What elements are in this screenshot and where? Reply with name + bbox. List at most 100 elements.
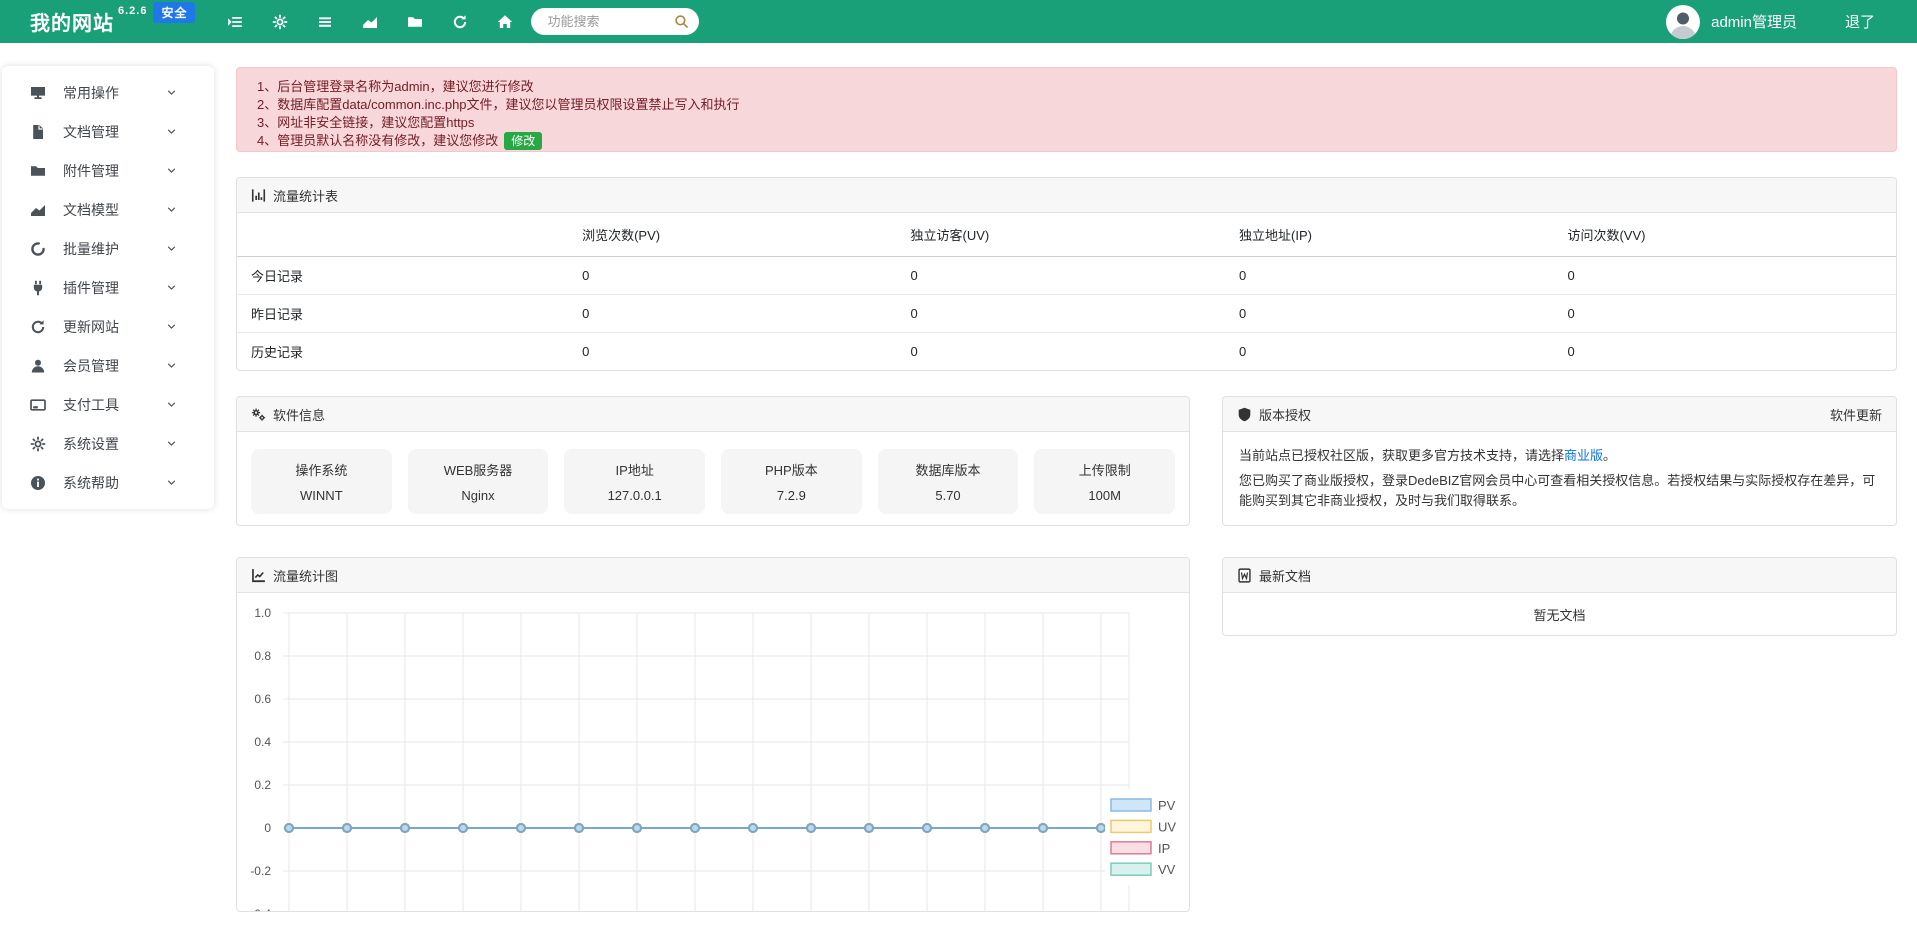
sidebar-item-icon: [30, 319, 46, 335]
svg-text:0.8: 0.8: [254, 649, 271, 663]
software-info-card: 软件信息 操作系统 WINNT WEB服务器 Nginx IP地址: [236, 396, 1190, 526]
tile-label: WEB服务器: [408, 460, 549, 479]
stream-menu-button[interactable]: [227, 14, 243, 30]
license-body: 当前站点已授权社区版，获取更多官方技术支持，请选择商业版。 您已购买了商业版授权…: [1223, 432, 1896, 525]
software-info-header: 软件信息: [237, 397, 1189, 432]
ip-value: 0: [1239, 257, 1567, 295]
files-button[interactable]: [407, 14, 423, 30]
search-input[interactable]: [545, 13, 674, 30]
uv-value: 0: [911, 333, 1239, 371]
tile-value: 100M: [1034, 488, 1175, 503]
security-alert: 1、后台管理登录名称为admin，建议您进行修改 2、数据库配置data/com…: [236, 67, 1897, 152]
sidebar-item[interactable]: 文档管理: [2, 112, 214, 151]
chevron-down-icon: [166, 321, 177, 332]
sidebar-item-label: 附件管理: [63, 161, 119, 181]
user-name[interactable]: admin管理员: [1711, 11, 1797, 32]
legend-label-uv: UV: [1158, 819, 1176, 834]
navbar-right: admin管理员 退了: [1666, 5, 1917, 39]
sidebar-item-label: 系统设置: [63, 434, 119, 454]
tile-value: WINNT: [251, 488, 392, 503]
home-button[interactable]: [497, 14, 513, 30]
chevron-down-icon: [166, 477, 177, 488]
sidebar-item[interactable]: 批量维护: [2, 229, 214, 268]
pv-value: 0: [582, 257, 910, 295]
sidebar-item-icon: [30, 202, 46, 218]
traffic-chart-svg: 1.00.80.60.40.20-0.2-0.4PVUVIPVV: [237, 593, 1189, 912]
refresh-icon: [452, 14, 468, 30]
sidebar-item-icon: [30, 163, 46, 179]
home-icon: [497, 14, 513, 30]
sidebar-item[interactable]: 更新网站: [2, 307, 214, 346]
chart-legend: PV UV IP VV: [1105, 789, 1189, 885]
ip-value: 0: [1239, 295, 1567, 333]
legend-swatch-vv: [1111, 863, 1151, 875]
legend-label-ip: IP: [1158, 841, 1170, 856]
chevron-down-icon: [166, 204, 177, 215]
sidebar-item[interactable]: 插件管理: [2, 268, 214, 307]
svg-text:0.2: 0.2: [254, 778, 271, 792]
sidebar-item-icon: [30, 241, 46, 257]
folder-icon: [407, 14, 423, 30]
main-content: 1、后台管理登录名称为admin，建议您进行修改 2、数据库配置data/com…: [236, 43, 1897, 912]
software-update-link[interactable]: 软件更新: [1830, 405, 1882, 424]
table-header-empty: [237, 213, 582, 257]
logout-button[interactable]: 退了: [1845, 11, 1875, 32]
traffic-chart-card: 流量统计图 1.00.80.60.40.20-0.2-0.4PVUVIPVV: [236, 557, 1190, 912]
brand-text: 我的网站: [30, 13, 114, 35]
function-search-box: [531, 8, 699, 35]
traffic-chart-header: 流量统计图: [237, 558, 1189, 593]
gears-icon: [251, 407, 266, 422]
sidebar: 常用操作 文档管理 附件管理 文档模型 批量维护 插件管理: [2, 66, 214, 509]
pv-value: 0: [582, 333, 910, 371]
sidebar-item[interactable]: 文档模型: [2, 190, 214, 229]
security-badge[interactable]: 安全: [153, 2, 195, 23]
sidebar-item[interactable]: 附件管理: [2, 151, 214, 190]
sidebar-item-label: 常用操作: [63, 83, 119, 103]
latest-docs-header: 最新文档: [1223, 558, 1896, 593]
traffic-chart-title: 流量统计图: [273, 566, 338, 585]
tile-value: 5.70: [878, 488, 1019, 503]
license-paragraph-1: 当前站点已授权社区版，获取更多官方技术支持，请选择商业版。: [1239, 446, 1880, 466]
row-label: 昨日记录: [237, 295, 582, 333]
table-row: 昨日记录 0 0 0 0: [237, 295, 1896, 333]
edit-admin-button[interactable]: 修改: [504, 132, 542, 150]
sidebar-item[interactable]: 系统设置: [2, 424, 214, 463]
avatar[interactable]: [1666, 5, 1700, 39]
license-card: 版本授权 软件更新 当前站点已授权社区版，获取更多官方技术支持，请选择商业版。 …: [1222, 396, 1897, 526]
sidebar-item[interactable]: 常用操作: [2, 73, 214, 112]
table-header-row: 浏览次数(PV) 独立访客(UV) 独立地址(IP) 访问次数(VV): [237, 213, 1896, 257]
tile-label: 操作系统: [251, 460, 392, 479]
sidebar-item-icon: [30, 475, 46, 491]
stats-button[interactable]: [362, 14, 378, 30]
sidebar-item[interactable]: 会员管理: [2, 346, 214, 385]
tile-value: Nginx: [408, 488, 549, 503]
chevron-down-icon: [166, 87, 177, 98]
software-info-tile: 数据库版本 5.70: [878, 449, 1019, 514]
search-icon[interactable]: [674, 14, 689, 29]
chevron-down-icon: [166, 243, 177, 254]
legend-label-pv: PV: [1158, 798, 1176, 813]
svg-text:0.4: 0.4: [254, 735, 271, 749]
tile-label: 数据库版本: [878, 460, 1019, 479]
legend-swatch-uv: [1111, 820, 1151, 832]
sidebar-item[interactable]: 支付工具: [2, 385, 214, 424]
menu-button[interactable]: [317, 14, 333, 30]
license-title: 版本授权: [1259, 405, 1311, 424]
vv-value: 0: [1567, 257, 1896, 295]
latest-docs-title: 最新文档: [1259, 566, 1311, 585]
tile-value: 127.0.0.1: [564, 488, 705, 503]
alert-line: 1、后台管理登录名称为admin，建议您进行修改: [257, 78, 1876, 96]
legend-label-vv: VV: [1158, 862, 1176, 877]
license-text: 当前站点已授权社区版，获取更多官方技术支持，请选择: [1239, 448, 1564, 463]
sidebar-item-label: 系统帮助: [63, 473, 119, 493]
sidebar-item-label: 插件管理: [63, 278, 119, 298]
legend-swatch-pv: [1111, 799, 1151, 811]
settings-button[interactable]: [272, 14, 288, 30]
software-info-tile: IP地址 127.0.0.1: [564, 449, 705, 514]
refresh-button[interactable]: [452, 14, 468, 30]
navbar-icon-group: [227, 14, 513, 30]
sidebar-item-icon: [30, 85, 46, 101]
commercial-edition-link[interactable]: 商业版: [1564, 448, 1603, 463]
sidebar-item[interactable]: 系统帮助: [2, 463, 214, 502]
software-info-tile: 操作系统 WINNT: [251, 449, 392, 514]
